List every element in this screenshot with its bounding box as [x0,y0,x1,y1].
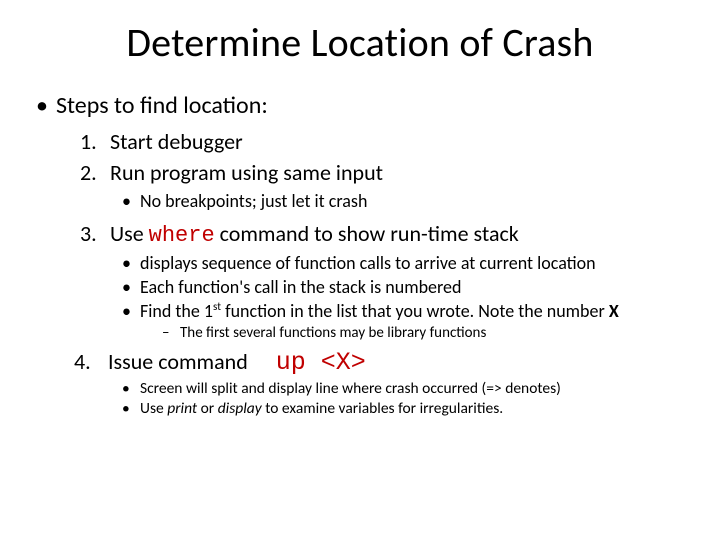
step-1: 1.Start debugger [80,128,690,155]
step-3-sub-c-x: X [609,300,619,322]
step-3: 3.Use where command to show run-time sta… [80,220,690,248]
step-3-sub-c-pre: Find the 1 [140,300,213,322]
step-3-sub-b-text: Each function's call in the stack is num… [140,276,461,298]
step-2: 2.Run program using same input [80,159,690,186]
step-2-num: 2. [80,159,110,186]
step-3-sub-b: •Each function's call in the stack is nu… [122,276,690,298]
bullet-icon: • [36,91,56,120]
bullet-icon: • [122,379,140,398]
bullet-icon: • [122,300,140,322]
step-3-sub-c: •Find the 1st function in the list that … [122,300,690,322]
step-4: 4.Issue command up <X> [74,348,690,377]
display-keyword: display [218,399,262,418]
bullet-icon: • [122,190,140,212]
step-4-sub-b-post: to examine variables for irregularities. [262,399,503,418]
intro-text: Steps to find location: [56,91,268,120]
step-3-sub-a-text: displays sequence of function calls to a… [140,252,596,274]
step-1-num: 1. [80,128,110,155]
step-4-num: 4. [74,348,108,375]
step-3-num: 3. [80,220,110,247]
ordinal-sup: st [213,299,221,313]
step-4-sub-a: •Screen will split and display line wher… [122,379,690,398]
slide-title: Determine Location of Crash [30,18,690,67]
step-4-sub-b-pre: Use [140,399,167,418]
step-3-note-text: The first several functions may be libra… [180,324,486,342]
step-3-post: command to show run-time stack [215,220,519,247]
step-1-text: Start debugger [110,128,243,155]
bullet-icon: • [122,276,140,298]
step-2-text: Run program using same input [110,159,383,186]
step-4-text: Issue command [108,348,248,375]
bullet-icon: • [122,399,140,418]
step-3-sub-a: •displays sequence of function calls to … [122,252,690,274]
print-keyword: print [167,399,197,418]
step-3-pre: Use [110,220,149,247]
step-4-sub-b-mid: or [197,399,218,418]
bullet-icon: • [122,252,140,274]
step-4-sub-b: •Use print or display to examine variabl… [122,399,690,418]
step-3-sub-c-post: function in the list that you wrote. Not… [221,300,609,322]
intro-line: •Steps to find location: [36,91,690,120]
where-command: where [149,223,215,248]
step-2-sub-a-text: No breakpoints; just let it crash [140,190,367,212]
dash-icon: – [162,324,180,342]
step-2-sub-a: •No breakpoints; just let it crash [122,190,690,212]
up-command: up <X> [276,348,366,377]
step-3-note: –The first several functions may be libr… [162,324,690,342]
step-4-sub-a-text: Screen will split and display line where… [140,379,561,398]
